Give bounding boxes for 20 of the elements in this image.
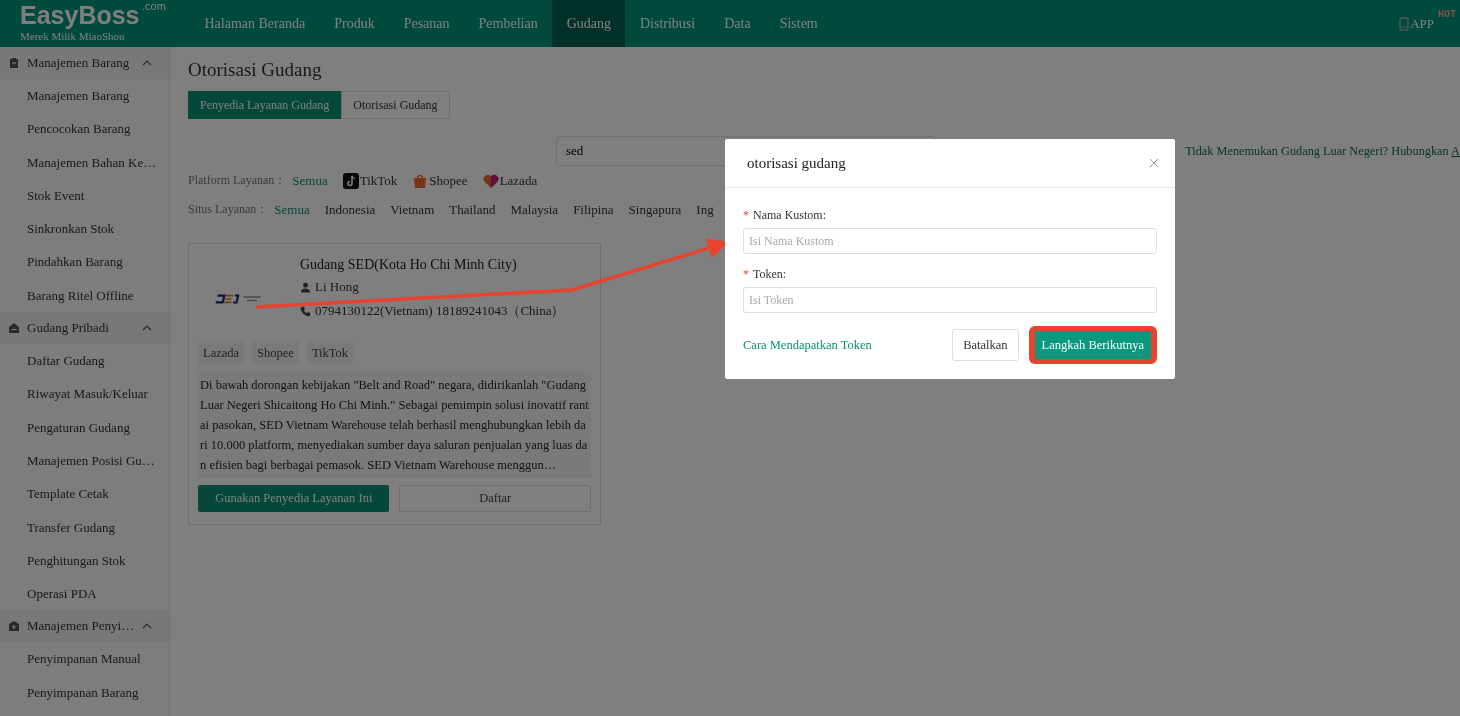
filter-label: Platform Layanan： — [188, 172, 287, 189]
warehouse-name: Gudang SED(Kota Ho Chi Minh City) — [300, 257, 518, 273]
filter-label: Situs Layanan： — [188, 201, 269, 218]
dialog-title: otorisasi gudang — [747, 154, 847, 172]
help-text: Tidak Menemukan Gudang Luar Negeri? Hubungkan A — [1185, 143, 1460, 159]
contact-name: Li Hong — [315, 279, 359, 295]
field-label: Nama Kustom: — [753, 208, 826, 223]
platform-tag: Lazada — [198, 341, 245, 365]
platform-tag: Shopee — [252, 341, 299, 365]
hot-label: HOT — [1438, 8, 1456, 20]
field-label: Token: — [753, 267, 787, 282]
page-title: Otorisasi Gudang — [188, 59, 323, 81]
required-mark: * — [743, 267, 749, 282]
logo-text: EasyBoss — [20, 0, 140, 30]
warehouse-description: Di bawah dorongan kebijakan "Belt and Road" negara, didirikanlah "Gudang Luar Negeri Shicaitong Ho Chi Minh." Sebagai pemimpin solusi inovatif rantai pasokan, SED Vietnam Warehouse telah berhasil menghubungkan lebih dari 10.000 platform, menyediakan sumber daya saluran penjualan yang luas dan efisien bagi berbagai pemasok. SED Vietnam Warehouse menggun… — [198, 372, 591, 478]
logo-suffix: .com — [142, 0, 166, 12]
phone-number: 0794130122(Vietnam) 18189241043（China） — [315, 302, 565, 320]
logo-tagline: Merek Milik MiaoShou — [20, 30, 125, 42]
required-mark: * — [743, 208, 749, 223]
platform-tag: TikTok — [306, 341, 354, 365]
